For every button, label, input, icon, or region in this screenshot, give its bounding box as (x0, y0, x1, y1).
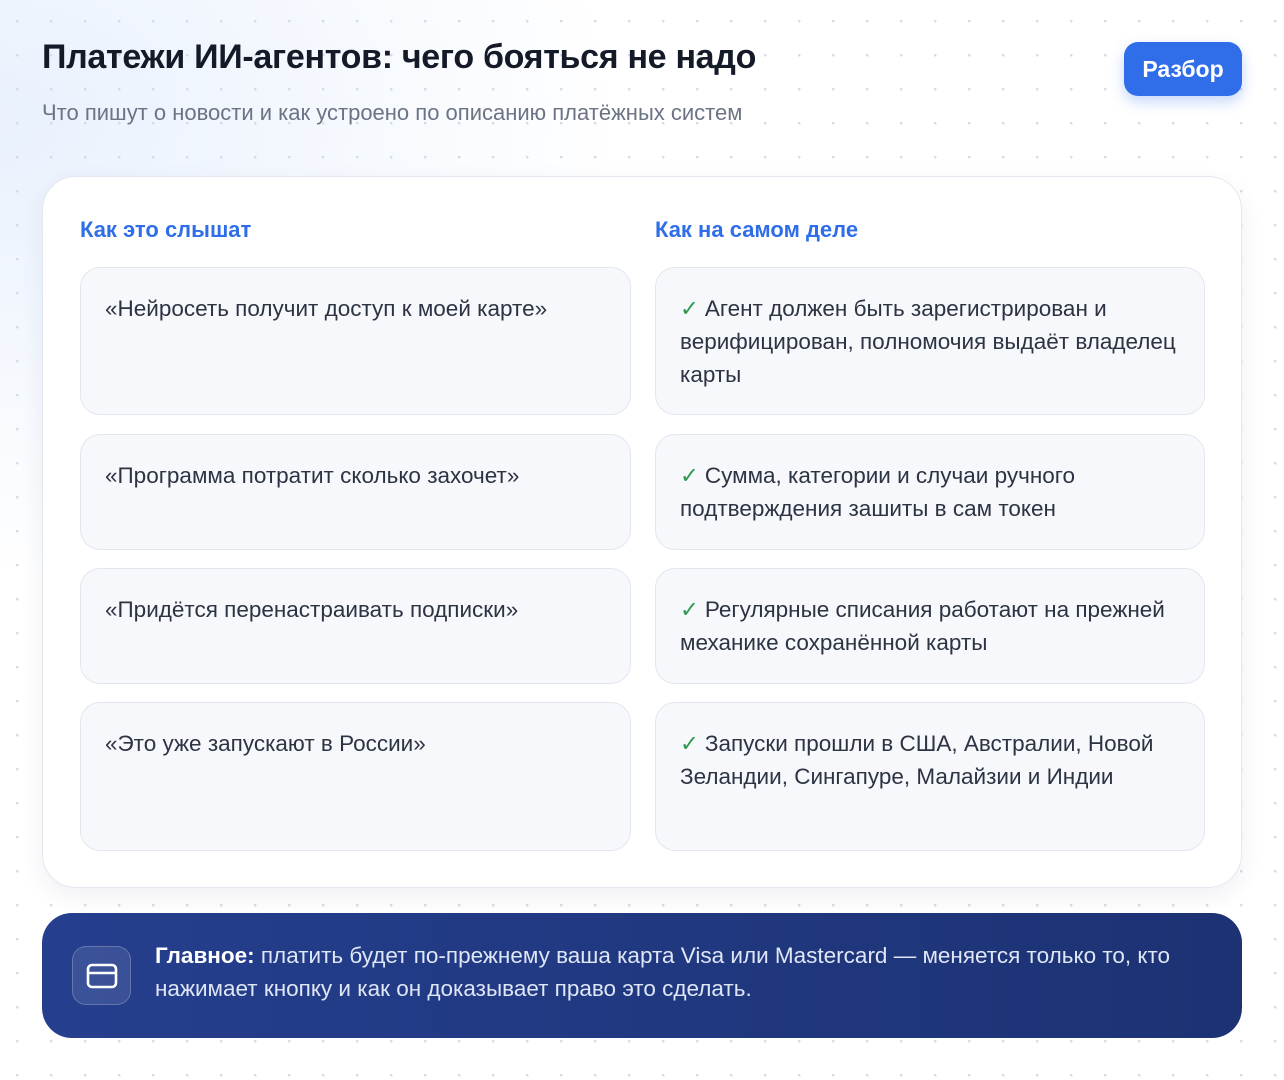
check-icon: ✓ (680, 597, 699, 622)
check-icon: ✓ (680, 731, 699, 756)
fact-text: Регулярные списания работают на прежней … (680, 597, 1165, 655)
myth-cell: «Программа потратит сколько захочет» (80, 434, 631, 550)
summary-body: платить будет по-прежнему ваша карта Vis… (155, 943, 1171, 1001)
fact-text: Агент должен быть зарегистрирован и вери… (680, 296, 1176, 387)
page-subtitle: Что пишут о новости и как устроено по оп… (42, 100, 743, 125)
fact-text: Запуски прошли в США, Австралии, Новой З… (680, 731, 1154, 789)
fact-cell: ✓ Регулярные списания работают на прежней… (655, 568, 1205, 684)
page-title: Платежи ИИ-агентов: чего бояться не надо (42, 38, 757, 76)
myth-text: «Придётся перенастраивать подписки» (105, 597, 519, 622)
myth-cell: «Это уже запускают в России» (80, 702, 631, 851)
summary-banner: Главное: платить будет по-прежнему ваша … (42, 913, 1242, 1038)
myths-column-heading: Как это слышат (80, 217, 252, 242)
fact-cell: ✓ Сумма, категории и случаи ручного подтв… (655, 434, 1205, 550)
credit-card-icon (72, 946, 131, 1005)
check-icon: ✓ (680, 463, 699, 488)
fact-text: Сумма, категории и случаи ручного подтве… (680, 463, 1076, 521)
fact-cell: ✓ Запуски прошли в США, Австралии, Новой … (655, 702, 1205, 851)
myth-text: «Нейросеть получит доступ к моей карте» (105, 296, 548, 321)
analysis-badge-button[interactable]: Разбор (1124, 42, 1242, 96)
fact-cell: ✓ Агент должен быть зарегистрирован и вер… (655, 267, 1205, 415)
facts-column-heading: Как на самом деле (655, 217, 859, 242)
comparison-card: Как это слышат Как на самом деле «Нейрос… (42, 176, 1242, 888)
myth-text: «Это уже запускают в России» (105, 731, 426, 756)
summary-text: Главное: платить будет по-прежнему ваша … (155, 939, 1215, 1005)
myth-cell: «Нейросеть получит доступ к моей карте» (80, 267, 631, 415)
myth-cell: «Придётся перенастраивать подписки» (80, 568, 631, 684)
summary-lead: Главное: (155, 943, 255, 968)
myth-text: «Программа потратит сколько захочет» (105, 463, 520, 488)
check-icon: ✓ (680, 296, 699, 321)
